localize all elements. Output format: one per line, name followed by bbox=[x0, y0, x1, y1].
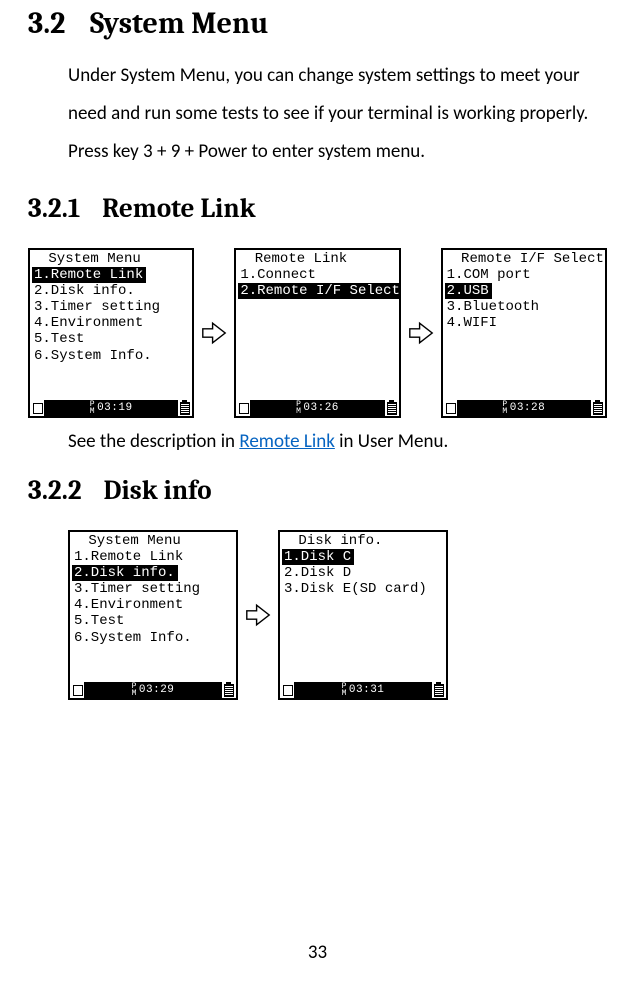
screen-title: Remote I/F Select bbox=[443, 250, 605, 267]
terminal-screen: Remote Link1.Connect2.Remote I/F SelectP… bbox=[234, 248, 400, 418]
keyboard-icon bbox=[444, 401, 456, 414]
subsection-number: 3.2.1 bbox=[28, 193, 80, 224]
status-time: PM03:31 bbox=[294, 682, 432, 698]
terminal-screen: Disk info.1.Disk C2.Disk D3.Disk E(SD ca… bbox=[278, 530, 448, 700]
menu-item: 5.Test bbox=[32, 331, 84, 347]
terminal-screen: System Menu1.Remote Link2.Disk info.3.Ti… bbox=[68, 530, 238, 700]
screen-title: Remote Link bbox=[236, 250, 398, 267]
battery-icon bbox=[386, 400, 398, 414]
status-time: PM03:29 bbox=[84, 682, 222, 698]
disk-info-screens: System Menu1.Remote Link2.Disk info.3.Ti… bbox=[68, 530, 607, 700]
subsection-number: 3.2.2 bbox=[28, 475, 82, 506]
section-heading: 3.2 System Menu bbox=[28, 6, 607, 41]
remote-link-screens: System Menu1.Remote Link2.Disk info.3.Ti… bbox=[28, 248, 607, 418]
menu-item: 3.Disk E(SD card) bbox=[282, 581, 427, 597]
menu-item: 5.Test bbox=[72, 613, 124, 629]
menu-item: 4.WIFI bbox=[445, 315, 497, 331]
terminal-screen: System Menu1.Remote Link2.Disk info.3.Ti… bbox=[28, 248, 194, 418]
screen-title: Disk info. bbox=[280, 532, 446, 549]
keyboard-icon bbox=[31, 401, 43, 414]
page-number: 33 bbox=[0, 941, 635, 964]
terminal-screen: Remote I/F Select1.COM port2.USB3.Blueto… bbox=[441, 248, 607, 418]
menu-item: 3.Timer setting bbox=[32, 299, 160, 315]
keyboard-icon bbox=[71, 683, 83, 696]
battery-icon bbox=[223, 682, 235, 696]
battery-icon bbox=[433, 682, 445, 696]
remote-link-link[interactable]: Remote Link bbox=[239, 430, 335, 453]
battery-icon bbox=[592, 400, 604, 414]
screen-status-bar: PM03:29 bbox=[70, 682, 236, 698]
battery-icon bbox=[179, 400, 191, 414]
menu-item: 1.Remote Link bbox=[72, 549, 183, 565]
screen-status-bar: PM03:19 bbox=[30, 400, 192, 416]
menu-item-selected: 1.Remote Link bbox=[32, 267, 146, 283]
screen-status-bar: PM03:31 bbox=[280, 682, 446, 698]
screen-status-bar: PM03:28 bbox=[443, 400, 605, 416]
keyboard-icon bbox=[281, 683, 293, 696]
screen-title: System Menu bbox=[70, 532, 236, 549]
status-time: PM03:19 bbox=[44, 400, 178, 416]
menu-item: 2.Disk info. bbox=[32, 283, 135, 299]
arrow-right-icon bbox=[244, 601, 272, 629]
status-time: PM03:26 bbox=[250, 400, 384, 416]
section-number: 3.2 bbox=[28, 6, 65, 41]
section-title: System Menu bbox=[90, 6, 268, 41]
section-intro: Under System Menu, you can change system… bbox=[68, 57, 597, 171]
arrow-right-icon bbox=[407, 319, 435, 347]
screen-body: 1.COM port2.USB3.Bluetooth4.WIFI bbox=[443, 267, 605, 400]
screen-body: 1.Connect2.Remote I/F Select bbox=[236, 267, 398, 400]
menu-item-selected: 2.Disk info. bbox=[72, 565, 178, 581]
menu-item: 4.Environment bbox=[72, 597, 183, 613]
menu-item: 3.Timer setting bbox=[72, 581, 200, 597]
arrow-right-icon bbox=[200, 319, 228, 347]
screen-body: 1.Remote Link2.Disk info.3.Timer setting… bbox=[70, 549, 236, 682]
menu-item: 1.COM port bbox=[445, 267, 531, 283]
arrow-right-icon bbox=[200, 319, 228, 347]
subsection-heading: 3.2.1 Remote Link bbox=[28, 193, 607, 224]
menu-item: 6.System Info. bbox=[72, 630, 192, 646]
menu-item-selected: 2.Remote I/F Select bbox=[238, 283, 400, 299]
arrow-right-icon bbox=[244, 601, 272, 629]
screen-status-bar: PM03:26 bbox=[236, 400, 398, 416]
caption-pre: See the description in bbox=[68, 430, 239, 453]
keyboard-icon bbox=[237, 401, 249, 414]
arrow-right-icon bbox=[407, 319, 435, 347]
caption-post: in User Menu. bbox=[335, 430, 448, 453]
screen-title: System Menu bbox=[30, 250, 192, 267]
screen-body: 1.Remote Link2.Disk info.3.Timer setting… bbox=[30, 267, 192, 400]
menu-item: 2.Disk D bbox=[282, 565, 351, 581]
menu-item: 1.Connect bbox=[238, 267, 316, 283]
subsection-heading: 3.2.2 Disk info bbox=[28, 475, 607, 506]
remote-link-caption: See the description in Remote Link in Us… bbox=[68, 430, 607, 453]
status-time: PM03:28 bbox=[457, 400, 591, 416]
subsection-title: Remote Link bbox=[102, 193, 255, 224]
menu-item: 4.Environment bbox=[32, 315, 143, 331]
screen-body: 1.Disk C2.Disk D3.Disk E(SD card) bbox=[280, 549, 446, 682]
menu-item: 3.Bluetooth bbox=[445, 299, 539, 315]
menu-item: 6.System Info. bbox=[32, 348, 152, 364]
subsection-title: Disk info bbox=[103, 475, 211, 506]
menu-item-selected: 1.Disk C bbox=[282, 549, 354, 565]
menu-item-selected: 2.USB bbox=[445, 283, 492, 299]
